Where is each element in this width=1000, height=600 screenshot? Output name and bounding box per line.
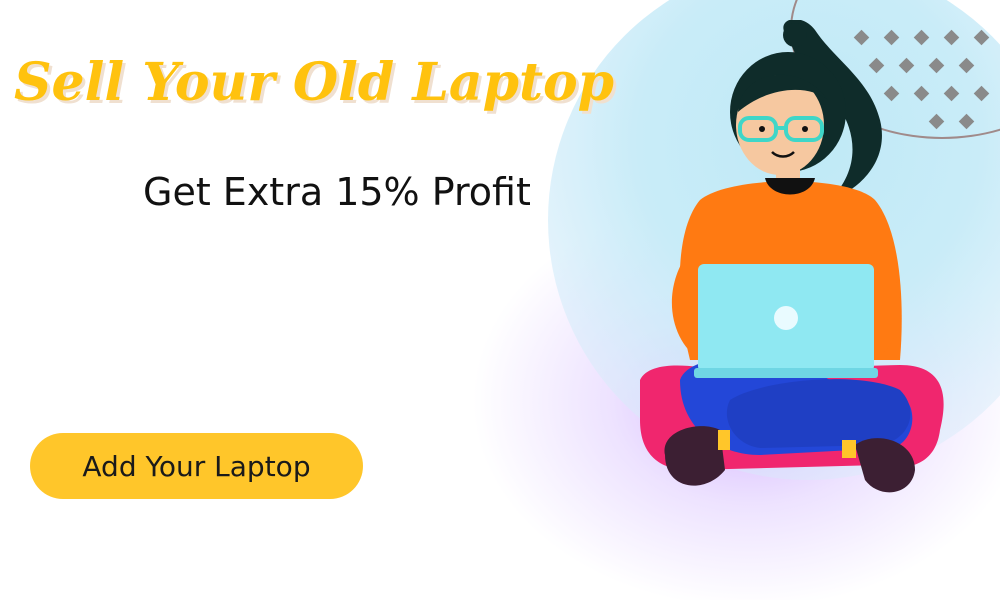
subheadline: Get Extra 15% Profit	[143, 170, 531, 214]
add-your-laptop-button[interactable]: Add Your Laptop	[30, 433, 363, 499]
woman-with-laptop-illustration-icon	[640, 20, 944, 493]
add-your-laptop-label: Add Your Laptop	[82, 449, 311, 483]
headline: Sell Your Old Laptop	[14, 52, 615, 113]
promo-banner: Sell Your Old Laptop Get Extra 15% Profi…	[0, 0, 1000, 600]
